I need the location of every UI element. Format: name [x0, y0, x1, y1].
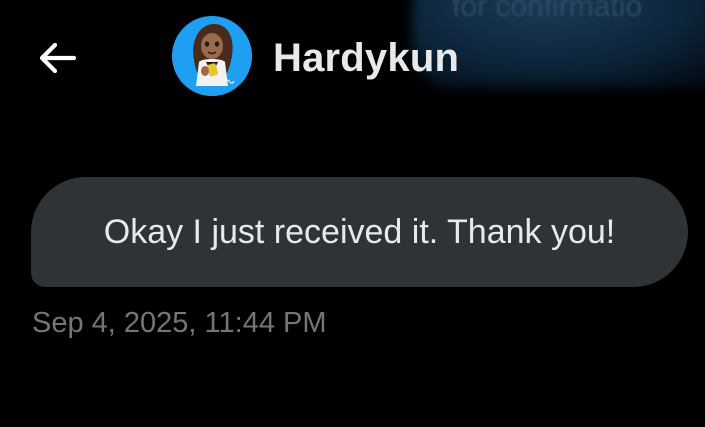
conversation-header: Hardykun: [0, 0, 705, 120]
back-button[interactable]: [32, 36, 82, 80]
avatar[interactable]: [172, 16, 252, 96]
message-text: Okay I just received it. Thank you!: [103, 213, 616, 251]
message-timestamp: Sep 4, 2025, 11:44 PM: [32, 307, 327, 339]
avatar-illustration: [172, 16, 252, 96]
dm-conversation-screen: for confirmatio Hardykun Okay I just rec…: [0, 0, 705, 427]
contact-name[interactable]: Hardykun: [273, 33, 459, 83]
message-bubble[interactable]: Okay I just received it. Thank you!: [31, 177, 688, 287]
arrow-left-icon: [39, 42, 77, 74]
